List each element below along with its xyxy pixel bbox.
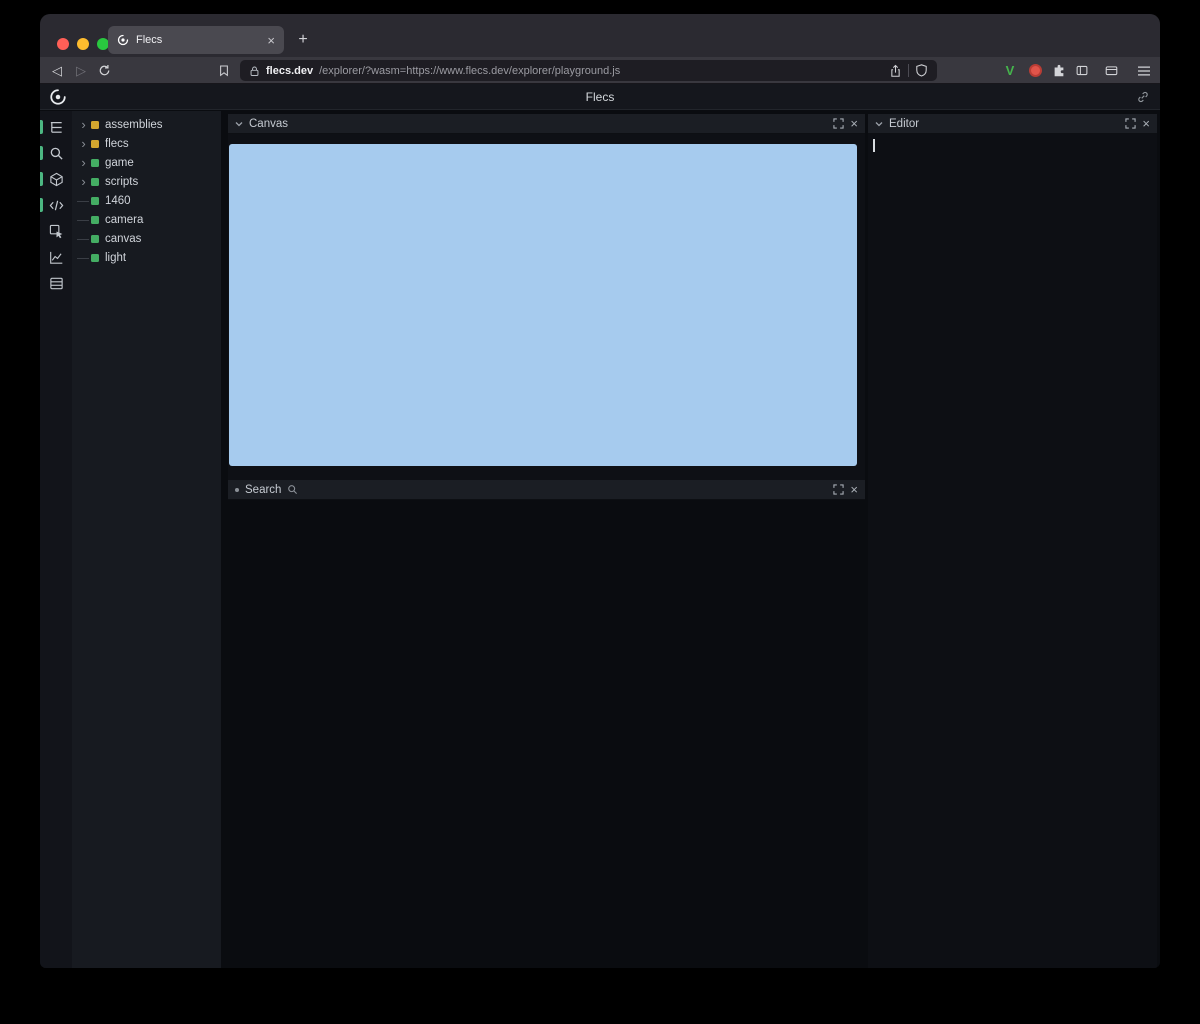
browser-toolbar: ◁ ▷ flecs.dev/explorer/?wasm=https://www… [40, 57, 1160, 84]
entity-color-swatch [91, 197, 99, 205]
back-button[interactable]: ◁ [47, 57, 67, 84]
tree-item-canvas[interactable]: canvas [72, 229, 221, 248]
tree-item-label: flecs [105, 138, 129, 150]
search-panel-header: Search × [228, 480, 865, 500]
tree-item-flecs[interactable]: › flecs [72, 134, 221, 153]
copy-link-icon[interactable] [1136, 90, 1150, 104]
page-title: Flecs [40, 84, 1160, 110]
tree-item-game[interactable]: › game [72, 153, 221, 172]
expand-chevron-icon[interactable]: › [76, 175, 91, 188]
tree-item-scripts[interactable]: › scripts [72, 172, 221, 191]
expand-chevron-icon[interactable]: › [76, 137, 91, 150]
close-panel-icon[interactable]: × [850, 117, 858, 130]
canvas-panel-header: Canvas × [228, 114, 865, 134]
tab-title: Flecs [136, 34, 162, 46]
tab-favicon-flecs-icon [117, 34, 129, 46]
menu-icon[interactable] [1134, 57, 1154, 84]
tree-item-label: canvas [105, 233, 141, 245]
close-panel-icon[interactable]: × [850, 483, 858, 496]
expand-panel-icon[interactable] [833, 118, 844, 129]
tree-item-label: game [105, 157, 134, 169]
collapse-chevron-icon[interactable] [875, 121, 883, 127]
entity-color-swatch [91, 178, 99, 186]
reload-button[interactable] [94, 57, 114, 84]
tree-item-camera[interactable]: camera [72, 210, 221, 229]
new-tab-button[interactable]: + [292, 28, 314, 52]
expand-panel-icon[interactable] [833, 484, 844, 495]
tree-item-assemblies[interactable]: › assemblies [72, 115, 221, 134]
tree-item-label: scripts [105, 176, 138, 188]
tree-item-1460[interactable]: 1460 [72, 191, 221, 210]
v-extension-icon[interactable]: V [1000, 57, 1020, 84]
tree-item-label: camera [105, 214, 143, 226]
minimize-window-button[interactable] [77, 38, 89, 50]
entity-color-swatch [91, 216, 99, 224]
stats-chart-icon[interactable] [40, 244, 72, 270]
entities-box-icon[interactable] [40, 166, 72, 192]
tree-item-light[interactable]: light [72, 248, 221, 267]
expand-chevron-icon[interactable]: › [76, 156, 91, 169]
forward-button[interactable]: ▷ [71, 57, 91, 84]
entity-color-swatch [91, 140, 99, 148]
traffic-lights [57, 38, 109, 50]
flecs-explorer-page: Flecs [40, 84, 1160, 968]
table-rows-icon[interactable] [40, 270, 72, 296]
url-bar[interactable]: flecs.dev/explorer/?wasm=https://www.fle… [240, 60, 937, 81]
inspect-icon[interactable] [40, 218, 72, 244]
share-icon[interactable] [889, 64, 902, 78]
search-panel-title: Search [245, 484, 281, 496]
text-caret [873, 139, 875, 152]
entity-color-swatch [91, 254, 99, 262]
tree-item-label: light [105, 252, 126, 264]
icon-rail [40, 111, 72, 968]
entity-color-swatch [91, 235, 99, 243]
ring-extension-icon[interactable] [1025, 57, 1045, 84]
browser-tab-flecs[interactable]: Flecs × [108, 26, 284, 54]
tab-close-icon[interactable]: × [267, 34, 275, 47]
screen: Flecs × + ◁ ▷ flecs.dev/explorer/?wasm=h… [0, 0, 1200, 1024]
app-body: › assemblies › flecs › game › scripts 1460 camera… [40, 111, 1160, 968]
editor-panel-title: Editor [889, 118, 919, 130]
url-divider [908, 64, 909, 77]
app-header: Flecs [40, 84, 1160, 110]
expand-chevron-icon[interactable]: › [76, 118, 91, 131]
sidebar-toggle-icon[interactable] [1072, 57, 1092, 84]
browser-tab-bar: Flecs × + [40, 14, 1160, 57]
card-icon[interactable] [1101, 57, 1121, 84]
entity-tree-icon[interactable] [40, 114, 72, 140]
lock-icon[interactable] [249, 65, 260, 77]
render-canvas[interactable] [229, 144, 857, 466]
search-mini-icon [287, 484, 298, 495]
code-icon[interactable] [40, 192, 72, 218]
shield-icon[interactable] [915, 64, 928, 77]
url-domain: flecs.dev [266, 65, 313, 77]
tree-item-label: assemblies [105, 119, 163, 131]
puzzle-icon[interactable] [1049, 57, 1069, 84]
search-icon[interactable] [40, 140, 72, 166]
browser-window: Flecs × + ◁ ▷ flecs.dev/explorer/?wasm=h… [40, 14, 1160, 968]
entity-color-swatch [91, 121, 99, 129]
expand-panel-icon[interactable] [1125, 118, 1136, 129]
collapse-chevron-icon[interactable] [235, 121, 243, 127]
collapsed-indicator-dot[interactable] [235, 488, 239, 492]
editor-input-area[interactable] [868, 134, 1157, 968]
tree-item-label: 1460 [105, 195, 131, 207]
close-panel-icon[interactable]: × [1142, 117, 1150, 130]
canvas-panel-title: Canvas [249, 118, 288, 130]
editor-panel-header: Editor × [868, 114, 1157, 134]
entity-color-swatch [91, 159, 99, 167]
bookmark-icon[interactable] [214, 57, 234, 84]
close-window-button[interactable] [57, 38, 69, 50]
url-path: /explorer/?wasm=https://www.flecs.dev/ex… [319, 65, 620, 77]
entity-tree: › assemblies › flecs › game › scripts 1460 camera… [72, 111, 221, 968]
